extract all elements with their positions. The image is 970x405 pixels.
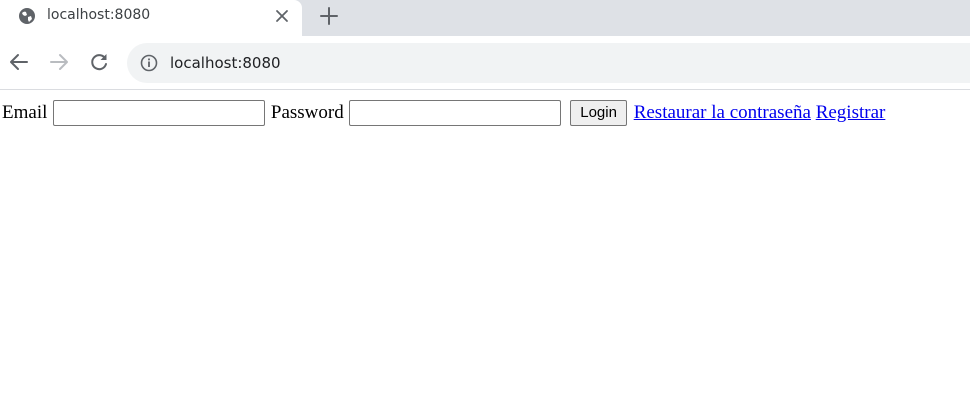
plus-icon[interactable] [318, 5, 340, 27]
tab-strip: localhost:8080 [0, 0, 970, 36]
password-label: Password [270, 102, 344, 123]
login-form: Email Password Login Restaurar la contra… [2, 100, 885, 126]
browser-toolbar: localhost:8080 [0, 36, 970, 90]
info-icon[interactable] [140, 54, 158, 72]
close-icon[interactable] [273, 7, 291, 25]
address-bar[interactable]: localhost:8080 [127, 43, 970, 83]
email-label: Email [2, 102, 48, 123]
globe-icon [18, 7, 36, 25]
email-field[interactable] [53, 100, 266, 126]
tab-title: localhost:8080 [47, 7, 151, 23]
url-text: localhost:8080 [170, 54, 281, 72]
browser-tab[interactable]: localhost:8080 [0, 0, 302, 36]
login-button[interactable]: Login [570, 100, 627, 126]
back-arrow-icon[interactable] [8, 51, 30, 73]
page-content: Email Password Login Restaurar la contra… [0, 90, 970, 405]
register-link[interactable]: Registrar [816, 102, 886, 123]
reload-icon[interactable] [88, 51, 110, 73]
password-field[interactable] [349, 100, 562, 126]
reset-password-link[interactable]: Restaurar la contraseña [634, 102, 811, 123]
forward-arrow-icon[interactable] [48, 51, 70, 73]
